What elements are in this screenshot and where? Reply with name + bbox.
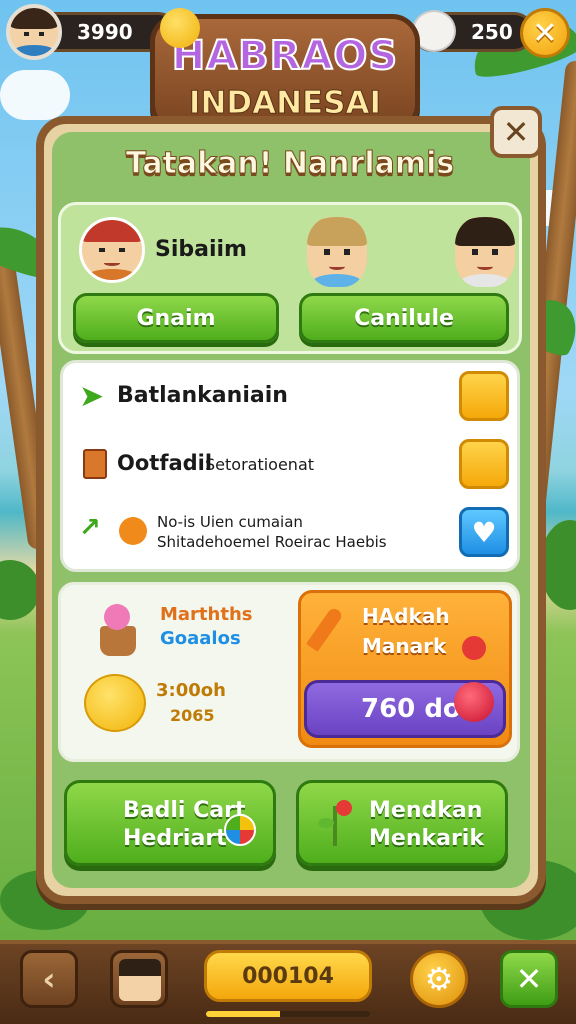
reward-left-count2: 2065 bbox=[170, 706, 215, 725]
list-item[interactable]: Ootfadil Setoratioenat bbox=[63, 431, 517, 497]
friend-name: Sibaiim bbox=[155, 237, 247, 262]
task-list: ➤ Batlankaniain Ootfadil Setoratioenat ↗… bbox=[60, 360, 520, 572]
confirm-button[interactable]: ✕ bbox=[500, 950, 558, 1008]
beach-ball-icon bbox=[224, 814, 256, 846]
list-item-label: No-is Uien cumaian bbox=[157, 513, 303, 531]
arrow-icon: ↗ bbox=[79, 513, 101, 543]
chevron-left-icon: ‹ bbox=[42, 960, 56, 998]
progress-fill bbox=[206, 1011, 280, 1017]
player-avatar[interactable] bbox=[6, 4, 62, 60]
list-item-label: Ootfadil bbox=[117, 451, 213, 475]
friends-left-button[interactable]: Gnaim bbox=[73, 293, 279, 343]
reward-left-title1: Marthths bbox=[160, 604, 253, 625]
bush bbox=[0, 560, 40, 620]
balloon-icon bbox=[160, 8, 200, 48]
reward-left-title2: Goaalos bbox=[160, 628, 241, 649]
apple-icon bbox=[462, 636, 486, 660]
friend-avatar[interactable] bbox=[79, 217, 145, 283]
list-item[interactable]: ↗ No-is Uien cumaian Shitadehoemel Roeir… bbox=[63, 499, 517, 571]
gem-count: 250 bbox=[471, 20, 513, 44]
reward-left-count1: 3:00oh bbox=[156, 680, 226, 701]
heart-icon[interactable]: ♥ bbox=[459, 507, 509, 557]
code-button[interactable]: 000104 bbox=[204, 950, 372, 1002]
friend-avatar[interactable] bbox=[307, 217, 367, 287]
list-item[interactable]: ➤ Batlankaniain bbox=[63, 363, 517, 429]
close-icon[interactable]: ✕ bbox=[520, 8, 570, 58]
apple-icon bbox=[454, 682, 494, 722]
list-item-button[interactable] bbox=[459, 371, 509, 421]
bottom-right-line2: Menkarik bbox=[369, 826, 484, 851]
cloud bbox=[0, 70, 70, 120]
profile-avatar-icon bbox=[119, 959, 161, 1001]
chick-icon bbox=[84, 674, 146, 732]
list-item-sublabel: Setoratioenat bbox=[205, 455, 315, 474]
profile-button[interactable] bbox=[110, 950, 168, 1008]
reward-right-title1: HAdkah bbox=[362, 604, 450, 628]
friend-avatar[interactable] bbox=[455, 217, 515, 287]
progress-bar bbox=[206, 1011, 370, 1017]
list-item-button[interactable] bbox=[459, 439, 509, 489]
friends-card: Sibaiim Gnaim Canilule bbox=[58, 202, 522, 354]
orange-fruit-icon bbox=[119, 517, 147, 545]
reward-right-title2: Manark bbox=[362, 634, 447, 658]
plant-icon bbox=[318, 800, 352, 846]
back-button[interactable]: ‹ bbox=[20, 950, 78, 1008]
dialog-heading: Tatakan! Nanrlamis bbox=[125, 146, 455, 182]
coin-count: 3990 bbox=[77, 20, 133, 44]
flower-pot-icon bbox=[90, 602, 146, 658]
settings-button[interactable]: ⚙ bbox=[410, 950, 468, 1008]
price-label: 760 do bbox=[361, 694, 461, 724]
gear-icon: ⚙ bbox=[424, 960, 454, 998]
friends-right-button[interactable]: Canilule bbox=[299, 293, 509, 343]
close-icon: ✕ bbox=[515, 960, 543, 998]
code-label: 000104 bbox=[242, 963, 334, 989]
box-icon bbox=[83, 449, 107, 479]
arrow-right-icon: ➤ bbox=[79, 379, 105, 414]
list-item-label: Batlankaniain bbox=[117, 383, 288, 408]
bottom-right-line1: Mendkan bbox=[369, 798, 483, 823]
list-item-sublabel: Shitadehoemel Roeirac Haebis bbox=[157, 533, 387, 551]
